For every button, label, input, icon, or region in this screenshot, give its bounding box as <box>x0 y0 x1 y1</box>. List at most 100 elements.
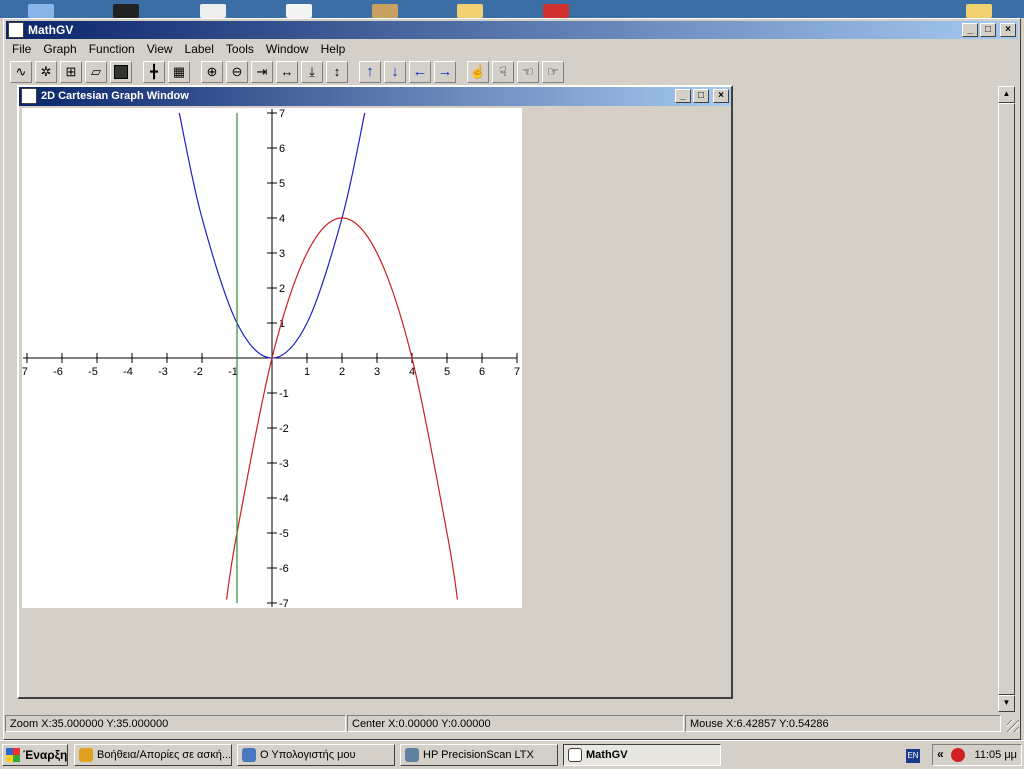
graph-child-window: 2D Cartesian Graph Window _ □ × -7 -6 -5 -4… <box>17 85 733 699</box>
y-tick-label: 3 <box>279 248 285 260</box>
browser-icon <box>79 748 93 762</box>
desktop-icon[interactable] <box>113 4 139 18</box>
x-tick-label: -3 <box>158 366 168 378</box>
graph-window-icon <box>21 88 37 104</box>
taskbar: Έναρξη Βοήθεια/Απορίες σε ασκή... Ο Υπολ… <box>0 740 1024 769</box>
close-button[interactable]: × <box>1000 23 1016 37</box>
graph-maximize-button[interactable]: □ <box>693 89 709 103</box>
y-tick-label: 5 <box>279 178 285 190</box>
polar-graph-icon[interactable]: ✲ <box>35 61 57 83</box>
save-disk-icon[interactable] <box>110 61 132 83</box>
y-tick-label: 6 <box>279 143 285 155</box>
task-hp-precisionscan[interactable]: HP PrecisionScan LTX <box>400 744 558 766</box>
desktop-icon[interactable] <box>286 4 312 18</box>
zoom-in-icon[interactable]: ⊕ <box>201 61 223 83</box>
task-label: HP PrecisionScan LTX <box>423 749 534 761</box>
graph-minimize-button[interactable]: _ <box>675 89 691 103</box>
menu-help[interactable]: Help <box>315 40 352 58</box>
y-tick-label: -5 <box>279 528 289 540</box>
system-tray: « 11:05 μμ <box>932 744 1022 766</box>
desktop-icon[interactable] <box>543 4 569 18</box>
x-tick-label: -7 <box>22 366 28 378</box>
arrow-right-icon[interactable]: → <box>434 61 456 83</box>
task-firefox-help[interactable]: Βοήθεια/Απορίες σε ασκή... <box>74 744 232 766</box>
start-button[interactable]: Έναρξη <box>2 744 68 766</box>
menu-view[interactable]: View <box>141 40 179 58</box>
scanner-icon <box>405 748 419 762</box>
arrow-left-icon[interactable]: ← <box>409 61 431 83</box>
status-mouse: Mouse X:6.42857 Y:0.54286 <box>685 715 1001 732</box>
menu-bar: File Graph Function View Label Tools Win… <box>6 40 351 58</box>
mathgv-app-icon <box>568 748 582 762</box>
desktop-icon[interactable] <box>457 4 483 18</box>
y-tick-label: -6 <box>279 563 289 575</box>
hand-right-icon[interactable]: ☞ <box>542 61 564 83</box>
status-zoom: Zoom X:35.000000 Y:35.000000 <box>5 715 346 732</box>
desktop-icon[interactable] <box>200 4 226 18</box>
task-my-computer[interactable]: Ο Υπολογιστής μου <box>237 744 395 766</box>
show-hidden-icons-chevron-icon[interactable]: « <box>937 747 944 761</box>
status-bar: Zoom X:35.000000 Y:35.000000 Center X:0.… <box>3 714 1021 734</box>
x-tick-label: 5 <box>444 366 450 378</box>
mathgv-app-icon <box>8 22 24 38</box>
x-tick-label: 7 <box>514 366 520 378</box>
graph-close-button[interactable]: × <box>713 89 729 103</box>
x-tick-label: -6 <box>53 366 63 378</box>
axes-icon[interactable]: ╋ <box>143 61 165 83</box>
graph-function-icon[interactable]: ∿ <box>10 61 32 83</box>
desktop-icon-strip <box>0 0 1024 18</box>
y-tick-label: -4 <box>279 493 289 505</box>
maximize-button[interactable]: □ <box>980 23 996 37</box>
grid-icon[interactable]: ▦ <box>168 61 190 83</box>
menu-tools[interactable]: Tools <box>220 40 260 58</box>
main-title-bar[interactable]: MathGV _ □ × <box>6 21 1018 39</box>
hand-down-icon[interactable]: ☟ <box>492 61 514 83</box>
y-tick-label: -2 <box>279 423 289 435</box>
start-label: Έναρξη <box>23 748 68 762</box>
cartesian-plot[interactable]: -7-6-5-4-3-2-112345677654321-1-2-3-4-5-6… <box>22 108 522 608</box>
expand-vertical-icon[interactable]: ↕ <box>326 61 348 83</box>
x-tick-label: 6 <box>479 366 485 378</box>
task-label: Ο Υπολογιστής μου <box>260 749 356 761</box>
y-tick-label: -3 <box>279 458 289 470</box>
menu-window[interactable]: Window <box>260 40 315 58</box>
graph-window-title-bar[interactable]: 2D Cartesian Graph Window _ □ × <box>19 87 731 106</box>
menu-file[interactable]: File <box>6 40 37 58</box>
y-tick-label: 7 <box>279 108 285 120</box>
expand-horizontal-icon[interactable]: ↔ <box>276 61 298 83</box>
x-tick-label: 2 <box>339 366 345 378</box>
graph-canvas[interactable]: -7-6-5-4-3-2-112345677654321-1-2-3-4-5-6… <box>22 108 522 608</box>
desktop-icon[interactable] <box>28 4 54 18</box>
clock: 11:05 μμ <box>974 749 1017 761</box>
resize-grip-icon[interactable] <box>1007 720 1019 732</box>
app-title: MathGV <box>28 23 74 37</box>
shrink-vertical-icon[interactable]: ⤓ <box>301 61 323 83</box>
x-tick-label: -2 <box>193 366 203 378</box>
x-tick-label: -5 <box>88 366 98 378</box>
x-tick-label: 1 <box>304 366 310 378</box>
scroll-thumb[interactable] <box>998 103 1015 695</box>
scroll-up-arrow-icon[interactable]: ▲ <box>998 86 1015 103</box>
vertical-scrollbar[interactable]: ▲ ▼ <box>998 86 1015 712</box>
desktop-icon[interactable] <box>372 4 398 18</box>
menu-label[interactable]: Label <box>179 40 220 58</box>
menu-graph[interactable]: Graph <box>37 40 82 58</box>
shrink-horizontal-icon[interactable]: ⇥ <box>251 61 273 83</box>
arrow-down-icon[interactable]: ↓ <box>384 61 406 83</box>
desktop-icon[interactable] <box>966 4 992 18</box>
y-tick-label: -7 <box>279 598 289 608</box>
language-indicator[interactable]: EN <box>906 749 920 763</box>
minimize-button[interactable]: _ <box>962 23 978 37</box>
scroll-down-arrow-icon[interactable]: ▼ <box>998 695 1015 712</box>
graph-window-title: 2D Cartesian Graph Window <box>41 90 189 102</box>
menu-function[interactable]: Function <box>83 40 141 58</box>
windows-logo-icon <box>6 748 20 762</box>
grid-graph-icon[interactable]: ⊞ <box>60 61 82 83</box>
zoom-out-icon[interactable]: ⊖ <box>226 61 248 83</box>
open-folder-icon[interactable]: ▱ <box>85 61 107 83</box>
hand-up-icon[interactable]: ☝ <box>467 61 489 83</box>
task-mathgv[interactable]: MathGV <box>563 744 721 766</box>
antivirus-icon[interactable] <box>951 748 965 762</box>
hand-left-icon[interactable]: ☜ <box>517 61 539 83</box>
arrow-up-icon[interactable]: ↑ <box>359 61 381 83</box>
